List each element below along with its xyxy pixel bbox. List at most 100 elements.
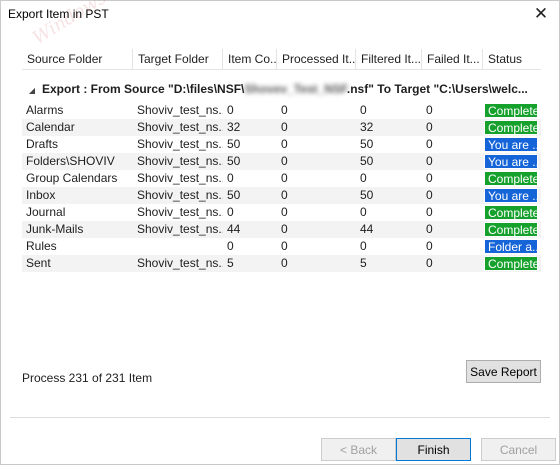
column-header-item-count[interactable]: Item Co... [223,49,277,70]
status-badge: You are ... [484,154,538,169]
cell-source-folder: Sent [26,256,51,270]
cell-target-folder: Shoviv_test_ns... [137,120,223,134]
cell-processed-items: 0 [281,222,288,236]
cell-processed-items: 0 [281,120,288,134]
cell-failed-items: 0 [426,137,433,151]
cell-filtered-items: 0 [360,205,367,219]
process-status-text: Process 231 of 231 Item [22,371,153,385]
cell-item-count: 5 [227,256,234,270]
cell-failed-items: 0 [426,154,433,168]
cell-item-count: 0 [227,239,234,253]
cell-status: You are ... [483,136,541,153]
finish-button[interactable]: Finish [396,438,471,461]
group-path-suffix: .nsf" To Target "C:\Users\welc... [346,82,528,96]
cell-source-folder: Alarms [26,103,64,117]
status-badge: Folder a... [484,239,538,254]
cell-status: Completed [483,119,541,136]
status-badge: You are ... [484,137,538,152]
cell-failed-items: 0 [426,205,433,219]
column-header-status[interactable]: Status [483,49,541,70]
cell-status: You are ... [483,187,541,204]
cell-status: Completed [483,255,541,272]
cell-target-folder: Shoviv_test_ns... [137,103,223,117]
cell-filtered-items: 0 [360,171,367,185]
table-row[interactable]: Calendar Shoviv_test_ns... 32 0 32 0 Completed [22,119,541,136]
cell-item-count: 0 [227,103,234,117]
cell-filtered-items: 50 [360,154,374,168]
column-header-failed-items[interactable]: Failed It... [422,49,483,70]
cell-target-folder: Shoviv_test_ns... [137,154,223,168]
cell-source-folder: Junk-Mails [26,222,84,236]
cell-failed-items: 0 [426,103,433,117]
cell-status: Folder a... [483,238,541,255]
cell-failed-items: 0 [426,256,433,270]
cell-source-folder: Folders\SHOVIV [26,154,115,168]
group-path-prefix: Export : From Source "D:\files\NSF\ [42,82,245,96]
cell-status: You are ... [483,153,541,170]
cell-processed-items: 0 [281,103,288,117]
cell-source-folder: Calendar [26,120,75,134]
back-button[interactable]: < Back [321,438,396,461]
cell-item-count: 32 [227,120,241,134]
cell-source-folder: Inbox [26,188,56,202]
group-path-blurred: Shovev_Test_NSF [244,82,347,96]
cancel-button[interactable]: Cancel [481,438,556,461]
cell-failed-items: 0 [426,188,433,202]
column-header-filtered-items[interactable]: Filtered It... [356,49,422,70]
cell-filtered-items: 0 [360,103,367,117]
table-header: Source Folder Target Folder Item Co... P… [22,49,541,70]
cell-filtered-items: 5 [360,256,367,270]
cell-status: Completed [483,170,541,187]
cell-target-folder: Shoviv_test_ns... [137,188,223,202]
cell-item-count: 0 [227,171,234,185]
cell-filtered-items: 50 [360,188,374,202]
status-badge: Completed [484,171,538,186]
cell-source-folder: Journal [26,205,66,219]
cell-target-folder: Shoviv_test_ns... [137,205,223,219]
cell-failed-items: 0 [426,120,433,134]
column-header-source-folder[interactable]: Source Folder [22,49,133,70]
cell-status: Completed [483,204,541,221]
save-report-button[interactable]: Save Report [466,360,541,383]
cell-item-count: 50 [227,188,241,202]
cell-source-folder: Drafts [26,137,59,151]
window-title: Export Item in PST [8,7,109,21]
status-badge: You are ... [484,188,538,203]
column-header-target-folder[interactable]: Target Folder [133,49,223,70]
cell-filtered-items: 44 [360,222,374,236]
table-row[interactable]: Alarms Shoviv_test_ns... 0 0 0 0 Completed [22,102,541,119]
table-row[interactable]: Journal Shoviv_test_ns... 0 0 0 0 Completed [22,204,541,221]
cell-processed-items: 0 [281,154,288,168]
close-icon[interactable]: ✕ [529,3,553,25]
cell-processed-items: 0 [281,188,288,202]
cell-processed-items: 0 [281,256,288,270]
status-badge: Completed [484,256,538,271]
cell-processed-items: 0 [281,137,288,151]
table-row[interactable]: Folders\SHOVIV Shoviv_test_ns... 50 0 50 0 You… [22,153,541,170]
table-row[interactable]: Drafts Shoviv_test_ns... 50 0 50 0 You are ... [22,136,541,153]
table-row[interactable]: Group Calendars Shoviv_test_ns... 0 0 0 0 Comp… [22,170,541,187]
cell-failed-items: 0 [426,239,433,253]
table-row[interactable]: Sent Shoviv_test_ns... 5 0 5 0 Completed [22,255,541,272]
footer-separator [10,417,550,418]
cell-status: Completed [483,102,541,119]
cell-processed-items: 0 [281,205,288,219]
table-row[interactable]: Junk-Mails Shoviv_test_ns... 44 0 44 0 Complet… [22,221,541,238]
cell-target-folder: Shoviv_test_ns... [137,256,223,270]
cell-item-count: 50 [227,154,241,168]
cell-item-count: 44 [227,222,241,236]
cell-status: Completed [483,221,541,238]
cell-target-folder [133,238,223,255]
status-badge: Completed [484,103,538,118]
collapse-caret-icon[interactable]: ◢ [22,81,42,99]
export-group-header[interactable]: ◢ Export : From Source "D:\files\NSF\Shov… [22,79,541,99]
cell-item-count: 0 [227,205,234,219]
table-row[interactable]: Inbox Shoviv_test_ns... 50 0 50 0 You are ... [22,187,541,204]
cell-item-count: 50 [227,137,241,151]
cell-processed-items: 0 [281,239,288,253]
column-header-processed-items[interactable]: Processed It... [277,49,356,70]
cell-filtered-items: 0 [360,239,367,253]
cell-target-folder: Shoviv_test_ns... [137,222,223,236]
cell-target-folder: Shoviv_test_ns... [137,137,223,151]
table-row[interactable]: Rules 0 0 0 0 Folder a... [22,238,541,255]
